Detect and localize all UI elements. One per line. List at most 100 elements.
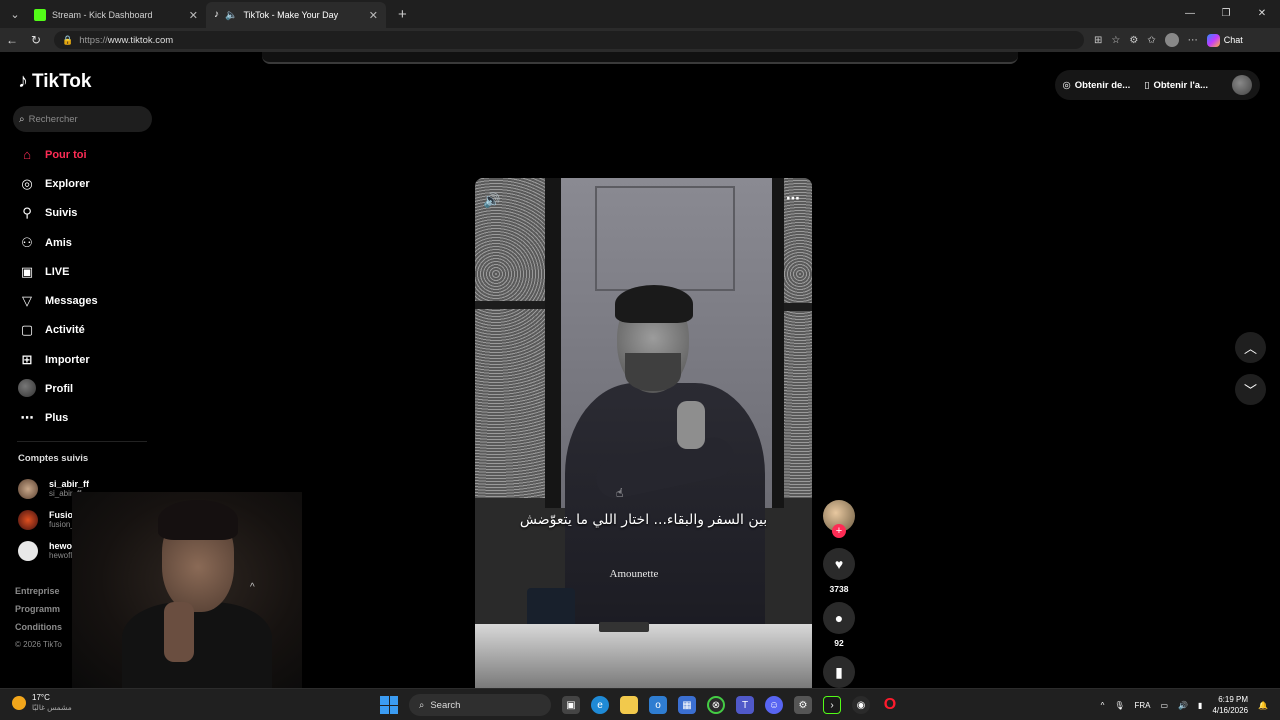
microphone-icon[interactable]: 🎙 (1114, 701, 1124, 710)
user-avatar[interactable] (1232, 75, 1252, 95)
sidebar-item-plus[interactable]: ⋯ Plus (17, 404, 157, 433)
tab-audio-icon[interactable]: 🔈 (225, 10, 237, 21)
sidebar-item-amis[interactable]: ⚇ Amis (17, 228, 157, 257)
creator-avatar[interactable]: + (823, 500, 855, 538)
footer-link[interactable]: Entreprise (15, 586, 62, 604)
previous-video-button[interactable]: ︿ (1235, 332, 1266, 363)
copilot-chat-button[interactable]: Chat (1206, 33, 1243, 47)
taskbar-search[interactable]: ⌕ Search (409, 694, 551, 716)
windows-taskbar: 17°C مشمس غالبًا ⌕ Search ▣ e o ▦ ⊗ T ☺ … (0, 688, 1280, 720)
sidebar-item-live[interactable]: ▣ LIVE (17, 257, 157, 286)
site-info-icon[interactable]: 🔒 (62, 35, 73, 46)
like-button[interactable]: ♥ (823, 548, 855, 580)
xbox-icon[interactable]: ⊗ (707, 696, 725, 714)
volume-icon[interactable]: 🔊 (483, 192, 500, 209)
store-icon[interactable]: ▦ (678, 696, 696, 714)
sidebar-item-suivis[interactable]: ⚲ Suivis (17, 199, 157, 228)
close-window-icon[interactable]: ✕ (1244, 0, 1280, 28)
teams-icon[interactable]: T (736, 696, 754, 714)
address-bar[interactable]: 🔒 https:// www.tiktok.com (54, 31, 1084, 49)
bookmark-icon: ▮ (835, 663, 843, 680)
tab-close-icon[interactable]: ✕ (189, 9, 198, 22)
sidebar-item-profil[interactable]: Profil (17, 374, 157, 403)
webcam-hand (164, 602, 194, 662)
hand-cursor-icon: ☝ (616, 486, 624, 500)
sidebar-item-messages[interactable]: ▽ Messages (17, 286, 157, 315)
nav-label: Activité (45, 324, 85, 337)
taskbar-clock[interactable]: 6:19 PM 4/16/2026 (1212, 694, 1248, 716)
sidebar-item-pour-toi[interactable]: ⌂ Pour toi (17, 140, 157, 169)
video-window-right (782, 178, 812, 498)
file-explorer-icon[interactable] (620, 696, 638, 714)
sun-icon (12, 696, 26, 710)
opera-icon[interactable]: O (881, 696, 899, 714)
outlook-icon[interactable]: o (649, 696, 667, 714)
minimize-icon[interactable]: — (1172, 0, 1208, 28)
get-desktop-label: Obtenir de... (1074, 79, 1131, 91)
chat-label: Chat (1223, 35, 1243, 45)
sidebar-divider (17, 441, 147, 442)
extensions-icon[interactable]: ⚙ (1129, 35, 1138, 46)
sidebar-footer: Entreprise Programm Conditions © 2026 Ti… (15, 586, 62, 658)
refresh-icon[interactable]: ↻ (24, 33, 48, 47)
system-tray: ^ 🎙 FRA ▭ 🔊 ▮ 6:19 PM 4/16/2026 🔔 (1101, 693, 1268, 717)
weather-widget[interactable]: 17°C مشمس غالبًا (12, 693, 72, 713)
clock-date: 4/16/2026 (1212, 706, 1249, 715)
sidebar-item-activite[interactable]: ▢ Activité (17, 316, 157, 345)
language-indicator[interactable]: FRA (1135, 701, 1151, 710)
nav-label: Messages (45, 295, 98, 308)
windows-start-icon[interactable] (380, 696, 398, 714)
favorites-icon[interactable]: ✩ (1147, 35, 1155, 46)
new-tab-button[interactable]: + (398, 6, 407, 23)
settings-more-icon[interactable]: ⋯ (1188, 35, 1198, 46)
tray-chevron-up-icon[interactable]: ^ (1101, 701, 1105, 710)
avatar (18, 378, 36, 397)
search-placeholder: Rechercher (28, 113, 78, 125)
video-more-icon[interactable]: ⋯ (786, 190, 800, 207)
battery-icon[interactable]: ▮ (1198, 701, 1202, 710)
chevron-up-icon: ︿ (1243, 341, 1257, 356)
notification-bell-icon[interactable]: 🔔 (1258, 701, 1268, 710)
nav-label: Amis (45, 236, 72, 249)
tab-actions-menu-button[interactable]: ⌄ (4, 3, 26, 25)
speaker-icon[interactable]: 🔊 (1178, 701, 1188, 710)
get-mobile-app-button[interactable]: ▯ Obtenir l'a... (1144, 80, 1208, 91)
url-host: www.tiktok.com (107, 34, 174, 46)
follow-plus-icon[interactable]: + (832, 524, 846, 538)
comment-button[interactable]: ● (823, 602, 855, 634)
network-icon[interactable]: ▭ (1161, 701, 1169, 710)
obs-icon[interactable]: ◉ (852, 696, 870, 714)
tab-tiktok[interactable]: ♪ 🔈 TikTok - Make Your Day ✕ (206, 2, 386, 28)
settings-gear-icon[interactable]: ⚙ (794, 696, 812, 714)
video-table (475, 624, 812, 688)
sidebar-item-explorer[interactable]: ◎ Explorer (17, 169, 157, 198)
chevron-up-icon[interactable]: ^ (250, 582, 255, 593)
restore-icon[interactable]: ❐ (1208, 0, 1244, 28)
comment-count: 92 (834, 638, 844, 648)
compass-icon: ◎ (21, 175, 33, 191)
temperature: 17°C (32, 693, 50, 702)
home-icon: ⌂ (23, 147, 31, 163)
terminal-icon[interactable]: › (823, 696, 841, 714)
bookmark-button[interactable]: ▮ (823, 656, 855, 688)
sidebar-item-importer[interactable]: ⊞ Importer (17, 345, 157, 374)
profile-avatar[interactable] (1164, 33, 1179, 47)
tiktok-logo[interactable]: ♪ TikTok (18, 70, 91, 93)
nav-label: Pour toi (45, 148, 87, 161)
app-available-icon[interactable]: ⊞ (1094, 35, 1102, 46)
edge-icon[interactable]: e (591, 696, 609, 714)
back-icon[interactable]: ← (0, 33, 24, 47)
tab-close-icon[interactable]: ✕ (369, 9, 378, 22)
get-desktop-app-button[interactable]: ◎ Obtenir de... (1063, 80, 1131, 91)
video-player[interactable]: 🔊 ⋯ بين السفر والبقاء... اختار اللي ما ي… (475, 178, 812, 688)
previous-video-edge (262, 52, 1018, 64)
footer-link[interactable]: Conditions (15, 622, 62, 640)
tab-kick-dashboard[interactable]: Stream - Kick Dashboard ✕ (26, 2, 206, 28)
next-video-button[interactable]: ﹀ (1235, 374, 1266, 405)
favorite-star-icon[interactable]: ☆ (1111, 35, 1120, 46)
tiktok-favicon-icon: ♪ (214, 9, 219, 20)
footer-link[interactable]: Programm (15, 604, 62, 622)
search-input[interactable]: ⌕ Rechercher (13, 106, 152, 132)
task-view-icon[interactable]: ▣ (562, 696, 580, 714)
discord-icon[interactable]: ☺ (765, 696, 783, 714)
